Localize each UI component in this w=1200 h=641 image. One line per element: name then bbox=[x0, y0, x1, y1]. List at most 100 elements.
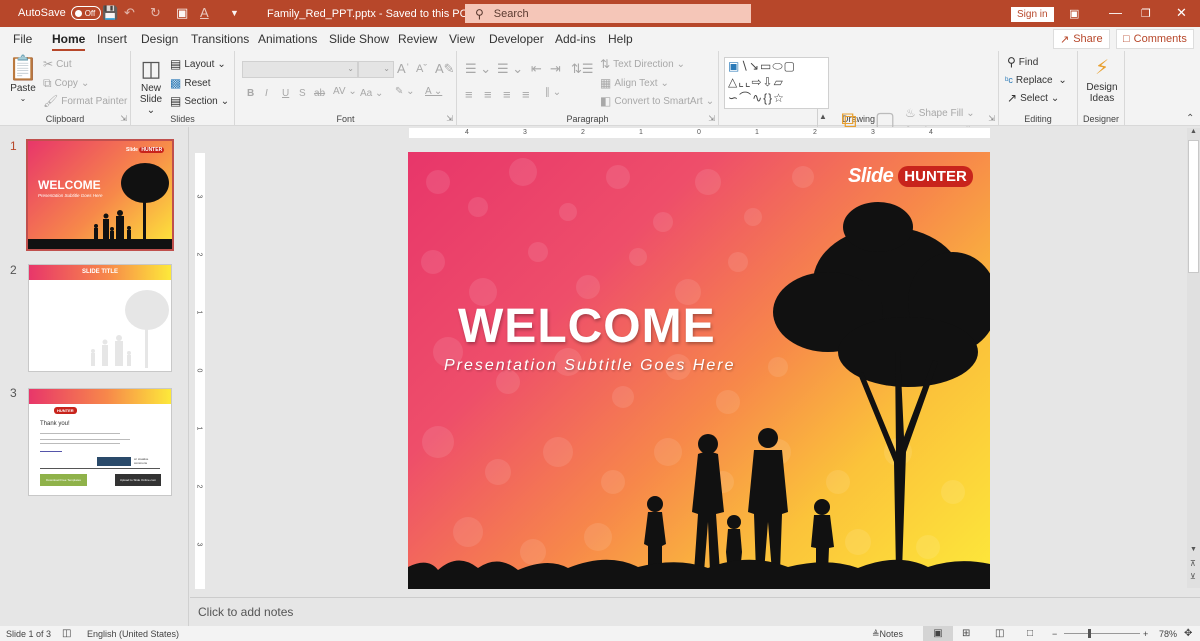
zoom-out-icon[interactable]: − bbox=[1052, 629, 1057, 639]
tab-help[interactable]: Help bbox=[608, 32, 633, 46]
language-indicator[interactable]: English (United States) bbox=[87, 629, 179, 639]
shape-fill-button[interactable]: ♨ Shape Fill ⌄ bbox=[905, 106, 975, 120]
tab-view[interactable]: View bbox=[449, 32, 475, 46]
bold-icon[interactable]: B bbox=[247, 88, 254, 99]
find-button[interactable]: ⚲ Find bbox=[1007, 55, 1038, 69]
notes-pane[interactable]: Click to add notes bbox=[190, 597, 1200, 626]
fit-slide-icon[interactable]: ✥ bbox=[1184, 628, 1192, 639]
slide-thumbnail-2[interactable]: SLIDE TITLE bbox=[28, 264, 172, 372]
slide-subtitle[interactable]: Presentation Subtitle Goes Here bbox=[444, 357, 735, 375]
tab-transitions[interactable]: Transitions bbox=[191, 32, 249, 46]
comments-button[interactable]: □ Comments bbox=[1116, 29, 1194, 49]
change-case-icon[interactable]: Aa ⌄ bbox=[360, 88, 383, 99]
reset-button[interactable]: ▩ Reset bbox=[170, 76, 210, 90]
clear-formatting-icon[interactable]: A✎ bbox=[435, 61, 455, 77]
design-ideas-button[interactable]: ⚡ Design Ideas bbox=[1082, 54, 1122, 104]
slide-sorter-icon[interactable]: ⊞ bbox=[962, 628, 970, 639]
customize-qat-icon[interactable]: ▼ bbox=[230, 8, 239, 18]
freeform-shape-icon[interactable]: ▱ bbox=[774, 75, 784, 89]
notes-toggle[interactable]: ≜Notes bbox=[872, 629, 903, 640]
bullets-icon[interactable]: ☰ ⌄ bbox=[465, 61, 491, 77]
numbering-icon[interactable]: ☰ ⌄ bbox=[497, 61, 523, 77]
present-icon[interactable]: ▣ bbox=[176, 5, 188, 21]
align-right-icon[interactable]: ≡ bbox=[503, 87, 511, 102]
highlight-icon[interactable]: ✎ ⌄ bbox=[395, 86, 415, 97]
tab-developer[interactable]: Developer bbox=[489, 32, 544, 46]
scroll-up-icon[interactable]: ▲ bbox=[1190, 128, 1197, 135]
decrease-font-size-icon[interactable]: Aˇ bbox=[416, 63, 427, 75]
font-launcher-icon[interactable]: ⇲ bbox=[446, 114, 453, 123]
slide-thumbnail-3[interactable]: HUNTER Thank you! cc creative commons Do… bbox=[28, 388, 172, 496]
document-title[interactable]: Family_Red_PPT.pptx - Saved to this PC ▾ bbox=[267, 7, 476, 20]
close-icon[interactable]: ✕ bbox=[1176, 5, 1187, 21]
select-button[interactable]: ↗ Select ⌄ bbox=[1007, 91, 1059, 105]
previous-slide-icon[interactable]: ⊼ bbox=[1190, 559, 1196, 568]
textbox-shape-icon[interactable]: ▣ bbox=[728, 59, 740, 73]
layout-button[interactable]: ▤ Layout ⌄ bbox=[170, 57, 226, 71]
autosave-toggle[interactable]: AutoSave Off bbox=[18, 6, 101, 20]
line-shape-icon[interactable]: ∖ bbox=[740, 59, 749, 73]
save-icon[interactable]: 💾 bbox=[102, 5, 118, 21]
replace-button[interactable]: ᵇc Replace ⌄ bbox=[1005, 73, 1067, 87]
paste-button[interactable]: 📋 Paste ⌄ bbox=[8, 55, 38, 103]
slide-canvas[interactable]: Slide HUNTER WELCOME Presentation Subtit… bbox=[408, 152, 990, 589]
align-center-icon[interactable]: ≡ bbox=[484, 87, 492, 102]
tab-add-ins[interactable]: Add-ins bbox=[555, 32, 596, 46]
clipboard-launcher-icon[interactable]: ⇲ bbox=[120, 114, 127, 123]
search-box[interactable]: ⚲ Search bbox=[465, 4, 751, 23]
font-name-combo[interactable]: ⌄ bbox=[242, 61, 358, 78]
font-color-icon[interactable]: A bbox=[200, 5, 209, 20]
tab-file[interactable]: File bbox=[13, 32, 32, 46]
section-button[interactable]: ▤ Section ⌄ bbox=[170, 94, 229, 108]
rounded-rect-shape-icon[interactable]: ▢ bbox=[784, 59, 796, 73]
right-arrow-shape-icon[interactable]: ⇨ bbox=[751, 75, 762, 89]
new-slide-button[interactable]: ◫ New Slide ⌄ bbox=[136, 55, 166, 116]
zoom-slider[interactable] bbox=[1064, 629, 1140, 638]
format-painter-button[interactable]: 🖌 Format Painter bbox=[43, 94, 127, 108]
rectangle-shape-icon[interactable]: ▭ bbox=[760, 59, 772, 73]
sign-in-button[interactable]: Sign in bbox=[1011, 7, 1054, 22]
tab-slide-show[interactable]: Slide Show bbox=[329, 32, 389, 46]
strikethrough-icon[interactable]: ab bbox=[314, 88, 325, 99]
drawing-launcher-icon[interactable]: ⇲ bbox=[988, 114, 995, 123]
connector-shape-icon[interactable]: ⌞ bbox=[738, 75, 745, 89]
down-arrow-shape-icon[interactable]: ⇩ bbox=[763, 75, 774, 89]
convert-smartart-button[interactable]: ◧ Convert to SmartArt ⌄ bbox=[600, 94, 714, 108]
arrow-line-shape-icon[interactable]: ↘ bbox=[749, 59, 760, 73]
share-button[interactable]: ↗ Share bbox=[1053, 29, 1110, 49]
ribbon-display-options-icon[interactable]: ▣ bbox=[1069, 7, 1079, 20]
columns-icon[interactable]: ∥ ⌄ bbox=[545, 87, 561, 98]
slide-thumbnail-1[interactable]: WELCOME Presentation Subtitle Goes Here … bbox=[26, 139, 174, 251]
scroll-down-icon[interactable]: ▼ bbox=[1190, 546, 1197, 553]
normal-view-icon[interactable]: ▣ bbox=[923, 626, 953, 641]
decrease-indent-icon[interactable]: ⇤ bbox=[531, 61, 542, 77]
paragraph-launcher-icon[interactable]: ⇲ bbox=[708, 114, 715, 123]
font-color-picker-icon[interactable]: A ⌄ bbox=[425, 86, 442, 97]
vertical-scrollbar[interactable]: ▲ ▼ ⊼ ⊻ bbox=[1187, 128, 1200, 588]
tab-design[interactable]: Design bbox=[141, 32, 178, 46]
shadow-icon[interactable]: S bbox=[299, 88, 306, 99]
italic-icon[interactable]: I bbox=[265, 88, 268, 99]
tab-review[interactable]: Review bbox=[398, 32, 437, 46]
star-shape-icon[interactable]: ☆ bbox=[773, 91, 785, 105]
undo-icon[interactable]: ↶ bbox=[124, 5, 135, 21]
collapse-ribbon-icon[interactable]: ⌃ bbox=[1186, 113, 1194, 124]
copy-button[interactable]: ⧉ Copy ⌄ bbox=[43, 76, 89, 90]
tab-home[interactable]: Home bbox=[52, 32, 86, 51]
cut-button[interactable]: ✂ Cut bbox=[43, 57, 72, 71]
text-direction-button[interactable]: ⇅ Text Direction ⌄ bbox=[600, 57, 685, 71]
scrollbar-thumb[interactable] bbox=[1188, 140, 1199, 273]
redo-icon[interactable]: ↻ bbox=[150, 5, 161, 21]
oval-shape-icon[interactable]: ⬭ bbox=[772, 59, 783, 73]
shapes-gallery[interactable]: ▣∖↘▭⬭▢ △⌞⌞⇨⇩▱ ∽⌒∿{}☆ bbox=[724, 57, 829, 109]
zoom-level[interactable]: 78% bbox=[1159, 629, 1177, 639]
arc-shape-icon[interactable]: ⌒ bbox=[739, 91, 752, 105]
character-spacing-icon[interactable]: AV ⌄ bbox=[333, 86, 357, 97]
minimize-icon[interactable]: — bbox=[1109, 5, 1122, 20]
tab-insert[interactable]: Insert bbox=[97, 32, 127, 46]
font-size-combo[interactable]: ⌄ bbox=[358, 61, 394, 78]
triangle-shape-icon[interactable]: △ bbox=[728, 75, 738, 89]
reading-view-icon[interactable]: ◫ bbox=[995, 628, 1004, 639]
curve-shape-icon[interactable]: ∿ bbox=[752, 91, 763, 105]
justify-icon[interactable]: ≡ bbox=[522, 87, 530, 102]
